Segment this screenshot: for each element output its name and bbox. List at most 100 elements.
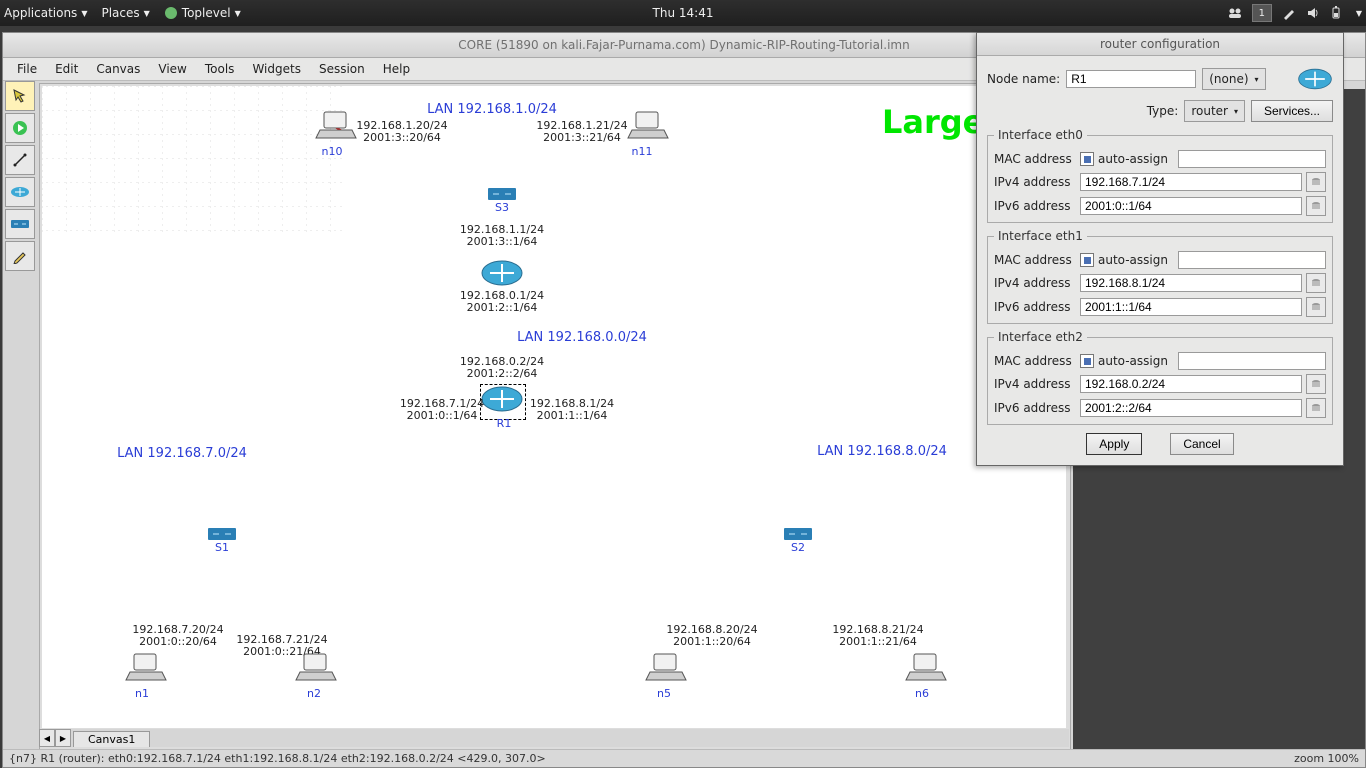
node-r1[interactable]	[480, 384, 524, 414]
node-s1-label: S1	[215, 542, 229, 554]
tab-scroll-right[interactable]: ▶	[55, 729, 71, 747]
menu-file[interactable]: File	[9, 60, 45, 78]
tab-canvas1[interactable]: Canvas1	[73, 731, 150, 747]
node-n2-label: n2	[307, 688, 321, 700]
iface-eth1: Interface eth1 MAC address auto-assign IP…	[987, 229, 1333, 324]
dragon-icon	[164, 6, 178, 20]
ipv6-input[interactable]	[1080, 197, 1302, 215]
auto-assign-checkbox[interactable]	[1080, 152, 1094, 166]
auto-assign-checkbox[interactable]	[1080, 253, 1094, 267]
auto-assign-label: auto-assign	[1098, 152, 1168, 166]
workspace-indicator[interactable]: 1	[1252, 4, 1272, 22]
menu-view[interactable]: View	[150, 60, 194, 78]
menu-applications[interactable]: Applications▼	[4, 6, 87, 20]
tool-switch[interactable]	[5, 209, 35, 239]
nodename-input[interactable]	[1066, 70, 1196, 88]
mac-label: MAC address	[994, 253, 1076, 267]
ipv6-clear-button[interactable]	[1306, 196, 1326, 216]
node-n5[interactable]	[644, 652, 688, 686]
ipv4-input[interactable]	[1080, 173, 1302, 191]
zoom-level: zoom 100%	[1294, 752, 1359, 765]
node-n2[interactable]	[294, 652, 338, 686]
iface-eth2: Interface eth2 MAC addressauto-assign IP…	[987, 330, 1333, 425]
canvas-frame: Larger WAN LAN 192.168.1.0/24 LAN 192.16…	[39, 83, 1071, 751]
iface-eth0-legend: Interface eth0	[994, 128, 1087, 142]
s3-ip: 192.168.1.1/24 2001:3::1/64	[460, 224, 544, 248]
iface-eth0: Interface eth0 MAC addressauto-assign IP…	[987, 128, 1333, 223]
canvas[interactable]: Larger WAN LAN 192.168.1.0/24 LAN 192.16…	[42, 86, 1066, 728]
ipv6-input[interactable]	[1080, 399, 1302, 417]
cancel-button[interactable]: Cancel	[1170, 433, 1233, 455]
ipv6-clear-button[interactable]	[1306, 398, 1326, 418]
ipv4-input[interactable]	[1080, 375, 1302, 393]
apply-button[interactable]: Apply	[1086, 433, 1142, 455]
node-n6[interactable]	[904, 652, 948, 686]
menu-tools[interactable]: Tools	[197, 60, 243, 78]
menu-canvas[interactable]: Canvas	[88, 60, 148, 78]
node-s3[interactable]	[487, 186, 517, 202]
icon-select[interactable]: (none)▾	[1202, 68, 1265, 90]
ipv4-clear-button[interactable]	[1306, 273, 1326, 293]
node-n11[interactable]	[626, 110, 670, 144]
auto-assign-label: auto-assign	[1098, 253, 1168, 267]
ipv4-clear-button[interactable]	[1306, 172, 1326, 192]
router-config-dialog: router configuration Node name: (none)▾ …	[976, 32, 1344, 466]
desktop-topbar: Applications▼ Places▼ Toplevel▼ Thu 14:4…	[0, 0, 1366, 26]
iface-eth1-legend: Interface eth1	[994, 229, 1087, 243]
canvas-tabs: ◀ ▶ Canvas1	[39, 729, 1069, 747]
ipv6-clear-button[interactable]	[1306, 297, 1326, 317]
tool-palette	[5, 81, 35, 271]
tool-run[interactable]	[5, 113, 35, 143]
node-n10[interactable]	[314, 110, 358, 144]
node-s2-label: S2	[791, 542, 805, 554]
tool-router[interactable]	[5, 177, 35, 207]
menu-help[interactable]: Help	[375, 60, 418, 78]
mac-input[interactable]	[1178, 352, 1326, 370]
tool-select[interactable]	[5, 81, 35, 111]
node-s3-label: S3	[495, 202, 509, 214]
db-icon	[1311, 403, 1321, 413]
services-button[interactable]: Services...	[1251, 100, 1333, 122]
battery-icon[interactable]	[1330, 6, 1342, 20]
play-icon	[12, 120, 28, 136]
menu-edit[interactable]: Edit	[47, 60, 86, 78]
r1-top-ip: 192.168.0.2/24 2001:2::2/64	[460, 356, 544, 380]
tab-scroll-left[interactable]: ◀	[39, 729, 55, 747]
router-icon	[10, 185, 30, 199]
node-s2[interactable]	[783, 526, 813, 542]
tool-link[interactable]	[5, 145, 35, 175]
ipv4-clear-button[interactable]	[1306, 374, 1326, 394]
cursor-icon	[12, 88, 28, 104]
clock: Thu 14:41	[653, 6, 714, 20]
users-icon[interactable]	[1228, 6, 1242, 20]
n1-ip: 192.168.7.20/24 2001:0::20/64	[132, 624, 223, 648]
n5-ip: 192.168.8.20/24 2001:1::20/64	[666, 624, 757, 648]
type-select[interactable]: router▾	[1184, 100, 1245, 122]
volume-icon[interactable]	[1306, 6, 1320, 20]
ipv6-input[interactable]	[1080, 298, 1302, 316]
router-icon	[1297, 64, 1333, 94]
r1-right-ip: 192.168.8.1/24 2001:1::1/64	[530, 398, 614, 422]
menu-toplevel[interactable]: Toplevel▼	[164, 6, 241, 20]
auto-assign-checkbox[interactable]	[1080, 354, 1094, 368]
mac-input[interactable]	[1178, 150, 1326, 168]
menu-places[interactable]: Places▼	[101, 6, 149, 20]
node-n5-label: n5	[657, 688, 671, 700]
tool-marker[interactable]	[5, 241, 35, 271]
brush-icon[interactable]	[1282, 6, 1296, 20]
menu-widgets[interactable]: Widgets	[244, 60, 309, 78]
mac-input[interactable]	[1178, 251, 1326, 269]
menu-session[interactable]: Session	[311, 60, 373, 78]
node-s1[interactable]	[207, 526, 237, 542]
db-icon	[1311, 278, 1321, 288]
ipv4-label: IPv4 address	[994, 276, 1076, 290]
node-r2[interactable]	[480, 258, 524, 288]
node-n1[interactable]	[124, 652, 168, 686]
chevron-down-icon[interactable]: ▼	[1356, 9, 1362, 18]
node-n1-label: n1	[135, 688, 149, 700]
ipv4-input[interactable]	[1080, 274, 1302, 292]
dialog-title: router configuration	[977, 33, 1343, 56]
status-text: {n7} R1 (router): eth0:192.168.7.1/24 et…	[9, 752, 546, 765]
node-n6-label: n6	[915, 688, 929, 700]
iface-eth2-legend: Interface eth2	[994, 330, 1087, 344]
